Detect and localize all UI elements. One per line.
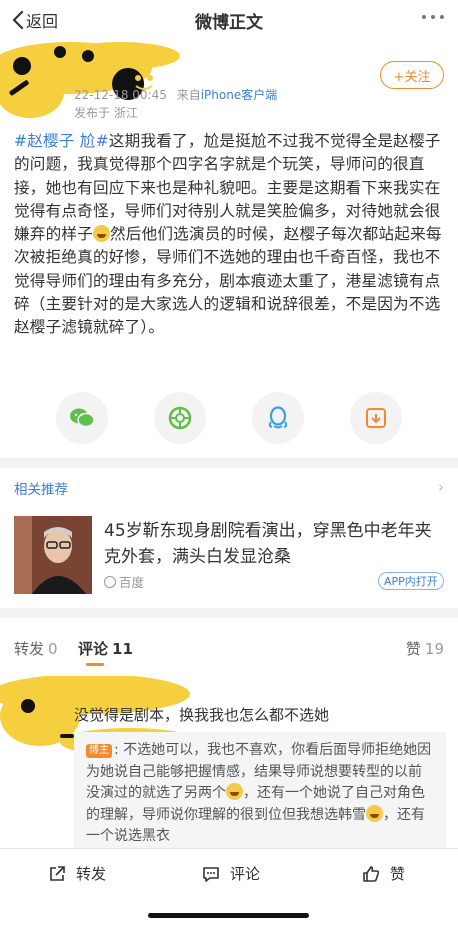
post-time: 22-12-18 00:45 xyxy=(74,88,167,102)
repost-label: 转发 xyxy=(76,865,107,883)
tab-repost[interactable]: 转发 0 xyxy=(14,638,58,659)
related-title[interactable]: 45岁靳东现身剧院看演出，穿黑色中老年夹克外套，满头白发显沧桑 xyxy=(104,518,444,570)
tab-like-label: 赞 xyxy=(405,640,421,658)
follow-button[interactable]: +关注 xyxy=(380,61,444,89)
related-source-label: 百度 xyxy=(119,575,145,590)
topic-tag[interactable]: #赵樱子 尬# xyxy=(14,132,109,150)
tab-comment[interactable]: 评论 11 xyxy=(78,638,133,659)
laughing-emoji-icon xyxy=(92,225,110,243)
tab-comment-count: 11 xyxy=(112,640,133,658)
active-tab-indicator xyxy=(86,663,104,666)
page-title: 微博正文 xyxy=(195,13,263,33)
comment-icon xyxy=(203,866,219,882)
like-label: 赞 xyxy=(390,865,406,883)
laughing-emoji-icon xyxy=(226,783,243,801)
repost-button[interactable]: 转发 xyxy=(48,863,106,884)
chevron-right-icon[interactable]: › xyxy=(438,478,444,496)
post-body: #赵樱子 尬#这期我看了，尬是挺尬不过我不觉得全是赵樱子的问题，我真觉得那个四字… xyxy=(14,130,446,340)
share-row xyxy=(0,392,458,448)
share-out-icon xyxy=(50,865,65,881)
comment-text: 没觉得是剧本，换我我也怎么都不选她 xyxy=(74,706,330,724)
more-options-icon[interactable] xyxy=(422,15,444,19)
save-image-icon[interactable] xyxy=(350,392,402,444)
home-indicator xyxy=(148,913,309,918)
qq-icon[interactable] xyxy=(252,392,304,444)
baidu-icon xyxy=(104,575,116,588)
tab-repost-label: 转发 xyxy=(14,640,45,658)
tab-like-count: 19 xyxy=(424,640,444,658)
post-meta: 22-12-18 00:45 来自iPhone客户端 xyxy=(74,86,277,103)
post-location: 发布于 浙江 xyxy=(74,106,138,120)
comment-button[interactable]: 评论 xyxy=(202,863,260,884)
owner-badge: 博主 xyxy=(86,744,112,758)
tab-repost-count: 0 xyxy=(48,640,58,658)
section-divider xyxy=(0,608,458,618)
section-divider xyxy=(0,458,458,468)
open-in-app-badge[interactable]: APP内打开 xyxy=(378,572,444,590)
tab-comment-label: 评论 xyxy=(78,640,109,658)
moments-icon[interactable] xyxy=(154,392,206,444)
top-navbar: 返回 微博正文 xyxy=(0,0,458,38)
post-source[interactable]: iPhone客户端 xyxy=(201,88,278,102)
related-thumbnail[interactable] xyxy=(14,516,92,594)
related-source: 百度 xyxy=(104,572,144,591)
thumbs-up-icon xyxy=(363,865,380,882)
tab-like[interactable]: 赞 19 xyxy=(406,638,444,659)
reply-box[interactable]: 博主: 不选她可以，我也不喜欢，你看后面导师拒绝她因为她说自己能够把握情感，结果… xyxy=(74,732,446,850)
related-heading: 相关推荐 xyxy=(14,482,68,498)
post-from-label: 来自 xyxy=(176,88,201,102)
wechat-icon[interactable] xyxy=(56,392,108,444)
like-button[interactable]: 赞 xyxy=(362,863,405,884)
comment-tabs: 转发 0 评论 11 赞 19 xyxy=(0,634,458,666)
comment-label: 评论 xyxy=(230,865,261,883)
laughing-emoji-icon xyxy=(366,804,383,822)
